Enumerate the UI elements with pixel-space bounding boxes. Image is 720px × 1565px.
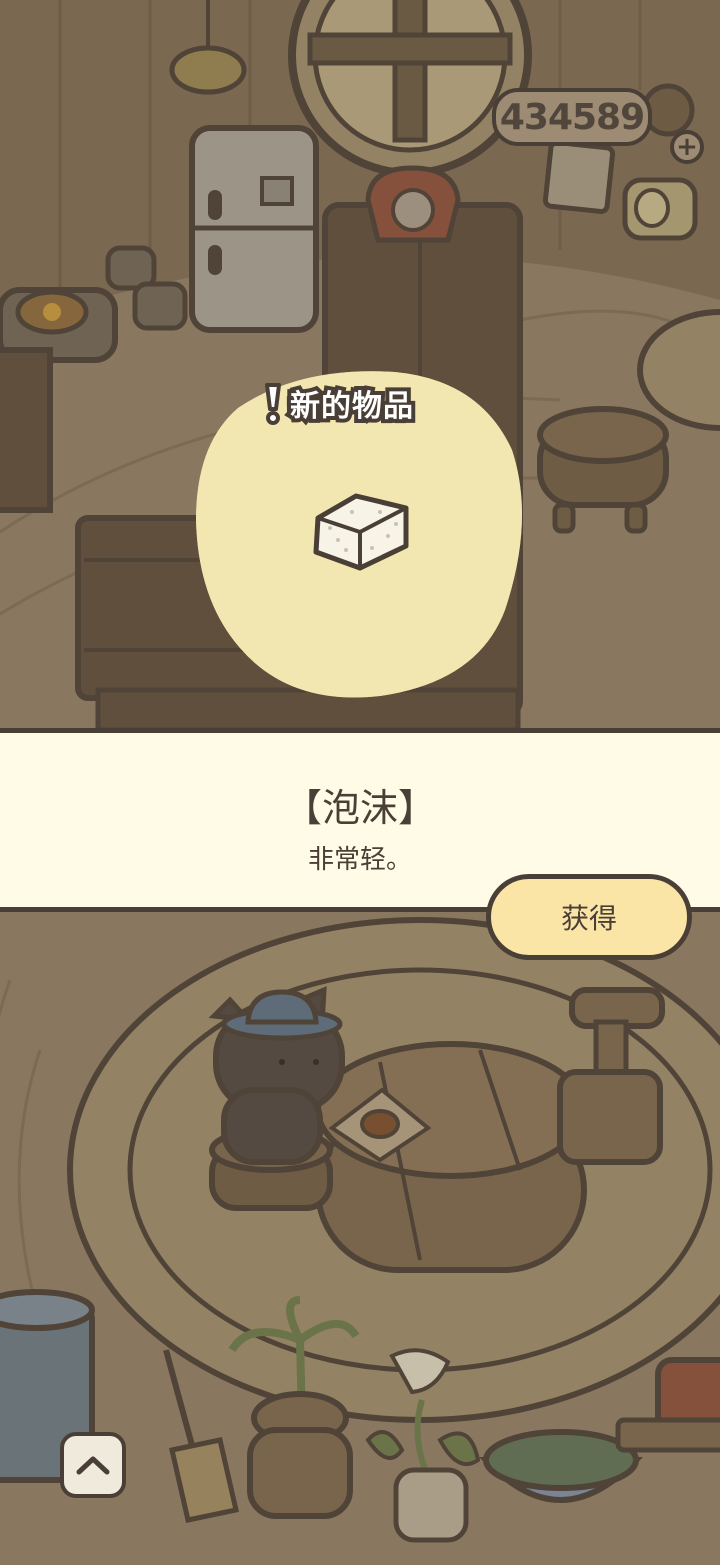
collapse-button[interactable]	[60, 1432, 126, 1498]
new-item-tag: 新的物品	[262, 380, 417, 428]
currency-counter: 434589	[492, 88, 652, 146]
exclamation-icon	[265, 383, 281, 425]
item-description: 非常轻。	[307, 845, 412, 875]
plus-icon[interactable]: +	[670, 130, 704, 164]
item-name: 【泡沫】	[283, 786, 436, 830]
chevron-up-icon	[76, 1456, 110, 1475]
obtain-button-label: 获得	[560, 902, 617, 935]
currency-amount: 434589	[499, 96, 645, 138]
new-item-label: 新的物品	[286, 385, 417, 428]
obtain-button[interactable]: 获得	[486, 874, 692, 960]
